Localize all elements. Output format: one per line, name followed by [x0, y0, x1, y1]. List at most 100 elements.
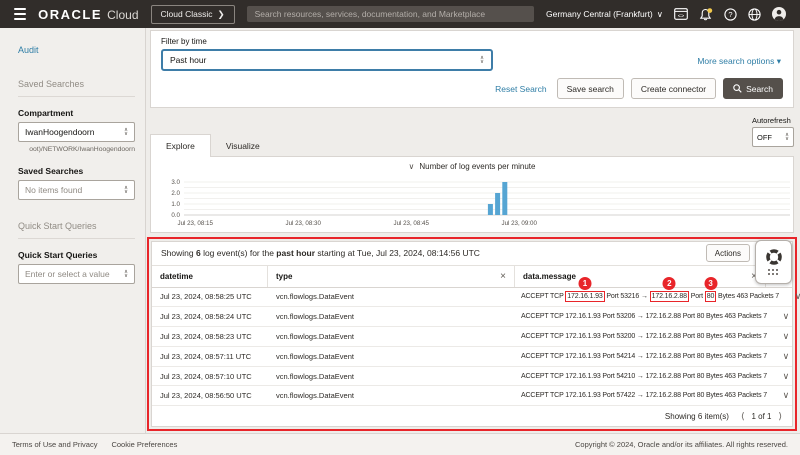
top-header: ORACLE Cloud Cloud Classic ❯ Germany Cen… [0, 0, 800, 28]
saved-searches-section-header: Saved Searches [18, 79, 135, 97]
chevron-down-icon: ∨ [657, 9, 663, 20]
audit-link[interactable]: Audit [18, 45, 39, 55]
screen-capture-overlay-widget[interactable] [755, 240, 792, 284]
cookie-preferences-link[interactable]: Cookie Preferences [111, 440, 177, 449]
cell-type: vcn.flowlogs.DataEvent [268, 292, 515, 301]
more-search-options-link[interactable]: More search options ▾ [697, 56, 781, 67]
svg-text:0.0: 0.0 [171, 212, 180, 219]
column-header-datetime[interactable]: datetime [152, 266, 268, 287]
cloud-classic-label: Cloud Classic [161, 9, 213, 19]
notifications-icon[interactable] [699, 8, 713, 21]
save-search-button[interactable]: Save search [557, 78, 624, 99]
cell-type: vcn.flowlogs.DataEvent [268, 332, 515, 341]
cloud-shell-icon[interactable]: <> [674, 8, 688, 20]
quick-start-section-header: Quick Start Queries [18, 221, 135, 239]
chart-title: Number of log events per minute [419, 162, 535, 171]
saved-searches-label: Saved Searches [18, 166, 135, 176]
cell-message: ACCEPT TCP 172.16.1.93 Port 53200 → 172.… [515, 333, 773, 340]
svg-text:Jul 23, 08:45: Jul 23, 08:45 [393, 220, 429, 227]
save-search-label: Save search [567, 84, 614, 94]
more-search-options-label: More search options [697, 56, 774, 66]
chart-panel: ∨ Number of log events per minute 0.0 1.0… [150, 156, 794, 233]
quick-start-placeholder: Enter or select a value [25, 269, 110, 279]
svg-text:1.0: 1.0 [171, 201, 180, 208]
cell-datetime: Jul 23, 2024, 08:57:11 UTC [152, 352, 268, 361]
page-footer: Terms of Use and Privacy Cookie Preferen… [0, 433, 800, 455]
cell-datetime: Jul 23, 2024, 08:58:24 UTC [152, 312, 268, 321]
annotation-badge-3: 3 [704, 277, 717, 290]
oracle-logo: ORACLE Cloud [38, 7, 138, 22]
saved-searches-value: No items found [25, 185, 82, 195]
reset-search-link[interactable]: Reset Search [495, 84, 547, 94]
terms-link[interactable]: Terms of Use and Privacy [12, 440, 97, 449]
expand-row-icon[interactable]: ∨ [795, 291, 800, 302]
annotation-badge-1: 1 [578, 277, 591, 290]
caret-down-icon: ▾ [777, 56, 781, 66]
expand-row-icon[interactable]: ∨ [783, 351, 790, 362]
cell-message: ACCEPT TCP 1172.16.1.93 Port 53216 → 217… [515, 291, 785, 302]
saved-searches-select[interactable]: No items found ∧∨ [18, 180, 135, 200]
actions-label: Actions [715, 249, 741, 258]
svg-text:Jul 23, 08:15: Jul 23, 08:15 [177, 220, 213, 227]
expand-row-icon[interactable]: ∨ [783, 371, 790, 382]
actions-button[interactable]: Actions [706, 244, 750, 262]
svg-text:Jul 23, 09:00: Jul 23, 09:00 [501, 220, 537, 227]
language-globe-icon[interactable] [748, 8, 761, 21]
svg-text:<>: <> [678, 14, 684, 20]
column-header-data-message[interactable]: data.message× [515, 266, 766, 287]
svg-text:2.0: 2.0 [171, 190, 180, 197]
cell-type: vcn.flowlogs.DataEvent [268, 372, 515, 381]
results-summary: Showing 6 log event(s) for the past hour… [152, 242, 792, 266]
next-page-icon[interactable]: ⟩ [778, 411, 782, 422]
compartment-value: IwanHoogendoorn [25, 127, 94, 137]
quick-start-label: Quick Start Queries [18, 250, 135, 260]
expand-row-icon[interactable]: ∨ [783, 331, 790, 342]
select-caret-icon: ∧∨ [124, 270, 128, 279]
help-icon[interactable]: ? [724, 8, 737, 21]
filter-by-time-label: Filter by time [161, 37, 783, 46]
log-events-table: Showing 6 log event(s) for the past hour… [151, 241, 793, 427]
table-row: Jul 23, 2024, 08:58:25 UTC vcn.flowlogs.… [152, 288, 792, 308]
menu-icon[interactable] [14, 8, 26, 20]
tab-visualize[interactable]: Visualize [211, 134, 275, 157]
compartment-path-hint: oot)/NETWORK/IwanHoogendoorn [18, 145, 135, 155]
left-sidebar: Audit Saved Searches Compartment IwanHoo… [0, 28, 146, 433]
time-filter-value: Past hour [170, 55, 206, 65]
create-connector-button[interactable]: Create connector [631, 78, 716, 99]
table-row: Jul 23, 2024, 08:57:11 UTC vcn.flowlogs.… [152, 347, 792, 367]
svg-text:3.0: 3.0 [171, 179, 180, 186]
global-search-input[interactable] [247, 6, 534, 22]
column-header-type[interactable]: type× [268, 266, 515, 287]
autorefresh-value: OFF [757, 133, 772, 142]
cell-message: ACCEPT TCP 172.16.1.93 Port 57422 → 172.… [515, 392, 773, 399]
table-row: Jul 23, 2024, 08:57:10 UTC vcn.flowlogs.… [152, 367, 792, 387]
clear-filter-icon[interactable]: × [500, 271, 506, 282]
table-row: Jul 23, 2024, 08:58:23 UTC vcn.flowlogs.… [152, 327, 792, 347]
expand-row-icon[interactable]: ∨ [783, 311, 790, 322]
search-button[interactable]: Search [723, 78, 783, 99]
tab-explore[interactable]: Explore [150, 134, 211, 157]
cell-message: ACCEPT TCP 172.16.1.93 Port 54214 → 172.… [515, 353, 773, 360]
autorefresh-select[interactable]: OFF ∧∨ [752, 127, 794, 147]
cell-datetime: Jul 23, 2024, 08:58:25 UTC [152, 292, 268, 301]
chart-collapse-header[interactable]: ∨ Number of log events per minute [151, 157, 793, 171]
region-selector[interactable]: Germany Central (Frankfurt) ∨ [546, 9, 663, 20]
expand-row-icon[interactable]: ∨ [783, 390, 790, 401]
user-avatar[interactable] [772, 7, 786, 21]
cloud-classic-button[interactable]: Cloud Classic ❯ [151, 5, 235, 24]
cell-datetime: Jul 23, 2024, 08:58:23 UTC [152, 332, 268, 341]
compartment-select[interactable]: IwanHoogendoorn ∧∨ [18, 122, 135, 142]
select-caret-icon: ∧∨ [785, 133, 789, 142]
chevron-down-icon: ∨ [409, 162, 415, 171]
previous-page-icon[interactable]: ⟨ [741, 411, 745, 422]
select-caret-icon: ∧∨ [480, 56, 484, 65]
autorefresh-label: Autorefresh [752, 116, 794, 125]
life-ring-icon [765, 248, 783, 266]
quick-start-select[interactable]: Enter or select a value ∧∨ [18, 264, 135, 284]
table-header-row: datetime type× data.message× [152, 266, 792, 288]
cell-type: vcn.flowlogs.DataEvent [268, 312, 515, 321]
annotation-box-2: 2172.16.2.88 [650, 291, 689, 302]
cell-type: vcn.flowlogs.DataEvent [268, 391, 515, 400]
cell-message: ACCEPT TCP 172.16.1.93 Port 54210 → 172.… [515, 373, 773, 380]
time-filter-select[interactable]: Past hour ∧∨ [161, 49, 493, 71]
